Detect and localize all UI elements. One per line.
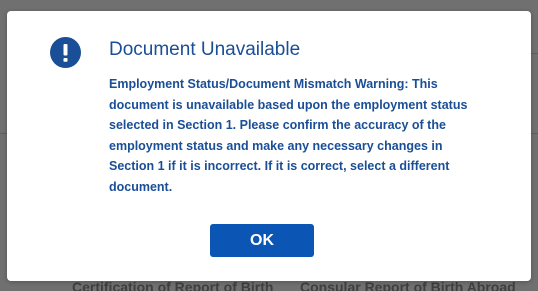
message-line: selected in Section 1. Please confirm th… [109, 118, 446, 132]
document-unavailable-dialog: Document Unavailable Employment Status/D… [7, 11, 531, 281]
dialog-message: Employment Status/Document Mismatch Warn… [109, 74, 469, 197]
background-divider [0, 133, 7, 134]
dialog-title: Document Unavailable [109, 39, 301, 60]
message-line: employment status and make any necessary… [109, 138, 443, 153]
message-line: document is unavailable based upon the e… [109, 97, 468, 112]
message-line: Employment Status/Document Mismatch Warn… [109, 77, 438, 91]
ok-button[interactable]: OK [210, 224, 314, 257]
message-line: document. [109, 179, 173, 194]
background-divider [531, 53, 538, 54]
background-divider [531, 133, 538, 134]
message-line: Section 1 if it is incorrect. If it is c… [109, 159, 450, 173]
exclamation-circle-icon [50, 37, 81, 68]
